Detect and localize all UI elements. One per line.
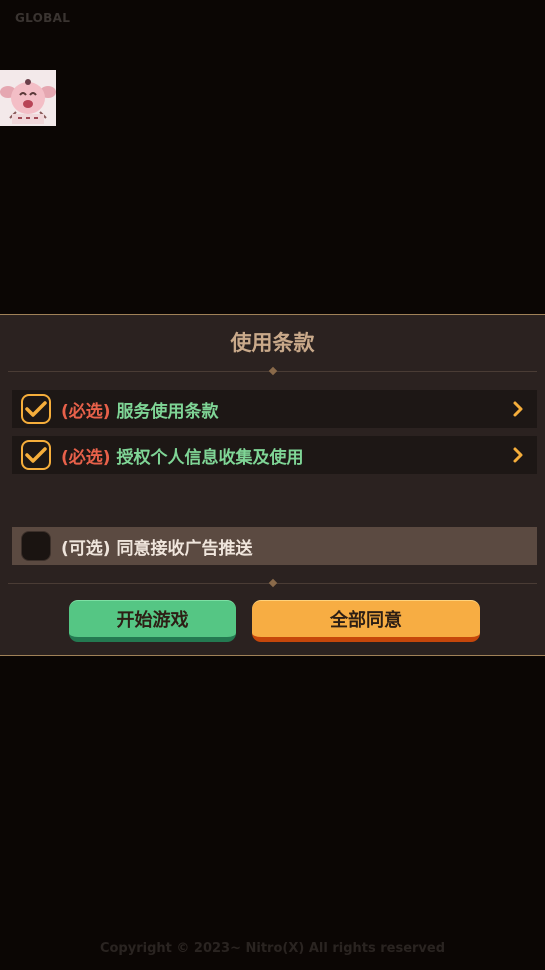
title-divider bbox=[8, 366, 537, 376]
terms-item-privacy[interactable]: (必选) 授权个人信息收集及使用 bbox=[12, 436, 537, 474]
check-icon bbox=[25, 447, 47, 463]
avatar bbox=[0, 70, 56, 126]
region-label: GLOBAL bbox=[15, 11, 71, 25]
terms-item-service[interactable]: (必选) 服务使用条款 bbox=[12, 390, 537, 428]
divider-diamond-icon bbox=[268, 578, 277, 588]
terms-item-text: (必选) 授权个人信息收集及使用 bbox=[61, 443, 303, 468]
required-tag: (必选) bbox=[61, 447, 111, 468]
check-icon bbox=[25, 401, 47, 417]
divider-diamond-icon bbox=[268, 366, 277, 376]
terms-dialog: 使用条款 (必选) 服务使用条款 (必选) 授权个人信息收集及使用 (可选) 同… bbox=[0, 314, 545, 656]
mascot-avatar-icon bbox=[0, 70, 56, 126]
required-tag: (必选) bbox=[61, 401, 111, 422]
start-game-button[interactable]: 开始游戏 bbox=[69, 600, 236, 642]
terms-item-label: 服务使用条款 bbox=[116, 401, 219, 422]
copyright-text: Copyright © 2023~ Nitro(X) All rights re… bbox=[99, 941, 446, 956]
optional-tag: (可选) bbox=[61, 538, 111, 559]
chevron-right-icon[interactable] bbox=[511, 400, 525, 418]
service-terms-checkbox[interactable] bbox=[21, 394, 51, 424]
privacy-terms-checkbox[interactable] bbox=[21, 440, 51, 470]
chevron-right-icon[interactable] bbox=[511, 446, 525, 464]
terms-item-ads[interactable]: (可选) 同意接收广告推送 bbox=[12, 527, 537, 565]
agree-all-button[interactable]: 全部同意 bbox=[252, 600, 480, 642]
buttons-divider bbox=[8, 578, 537, 588]
ads-consent-checkbox[interactable] bbox=[21, 531, 51, 561]
terms-item-text: (必选) 服务使用条款 bbox=[61, 397, 218, 422]
terms-item-label: 同意接收广告推送 bbox=[116, 538, 253, 559]
dialog-title: 使用条款 bbox=[230, 331, 315, 355]
terms-item-text: (可选) 同意接收广告推送 bbox=[61, 534, 252, 559]
terms-item-label: 授权个人信息收集及使用 bbox=[116, 447, 304, 468]
